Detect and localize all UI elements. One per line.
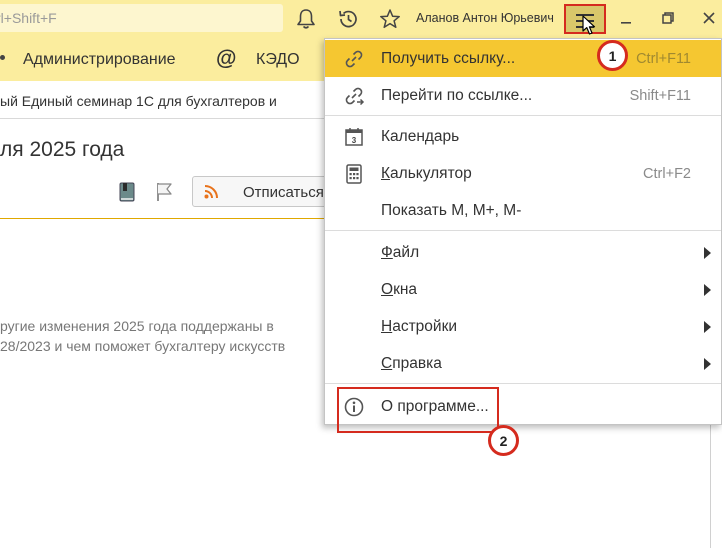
section-administration[interactable]: Администрирование <box>23 51 176 69</box>
menu-label-help: Справка <box>381 355 442 373</box>
bookmark-book-icon[interactable] <box>116 181 138 203</box>
link-go-icon <box>345 87 365 106</box>
submenu-arrow-icon <box>704 358 711 370</box>
menu-label-windows: Окна <box>381 281 417 299</box>
body-text-line: ругие изменения 2025 года поддержаны в <box>0 318 274 334</box>
menu-label-go-to-link: Перейти по ссылке... <box>381 87 533 104</box>
step-badge-2: 2 <box>488 425 519 456</box>
tab-seminar[interactable]: ый Единый семинар 1С для бухгалтеров и <box>0 93 277 109</box>
menu-label-calculator: Калькулятор <box>381 165 472 183</box>
menu-item-settings[interactable]: Настройки <box>325 308 721 345</box>
menu-label-file-rest: айл <box>392 244 420 261</box>
shortcut-get-link: Ctrl+F11 <box>636 51 691 67</box>
menu-label-calculator-rest: алькулятор <box>390 165 472 182</box>
close-icon[interactable] <box>697 6 721 30</box>
main-menu-dropdown: Получить ссылку... Ctrl+F11 Перейти по с… <box>324 38 722 425</box>
menu-item-show-memory[interactable]: Показать M, M+, M- <box>325 192 721 229</box>
unsubscribe-button[interactable]: Отписаться <box>192 176 342 207</box>
shortcut-go-to-link: Shift+F11 <box>629 88 691 104</box>
menu-label-file-hotkey: Ф <box>381 244 393 261</box>
svg-text:3: 3 <box>352 136 357 145</box>
menu-label-windows-hotkey: О <box>381 281 394 298</box>
history-icon[interactable] <box>335 6 361 32</box>
menu-label-settings: Настройки <box>381 318 457 336</box>
menu-item-get-link[interactable]: Получить ссылку... Ctrl+F11 <box>325 40 721 77</box>
shortcut-calculator: Ctrl+F2 <box>643 166 691 182</box>
rss-icon <box>204 185 218 199</box>
menu-separator <box>325 383 721 384</box>
menu-label-show-memory: Показать M, M+, M- <box>381 202 522 219</box>
submenu-arrow-icon <box>704 321 711 333</box>
highlight-box-about <box>337 387 499 433</box>
restore-icon[interactable] <box>656 6 680 30</box>
body-text-line: 28/2023 и чем поможет бухгалтеру искусст… <box>0 338 286 354</box>
menu-label-settings-hotkey: Н <box>381 318 393 335</box>
unsubscribe-label: Отписаться <box>243 184 324 201</box>
menu-label-file: Файл <box>381 244 419 262</box>
flag-icon[interactable] <box>154 181 176 203</box>
submenu-arrow-icon <box>704 247 711 259</box>
submenu-arrow-icon <box>704 284 711 296</box>
scroll-edge <box>710 425 711 548</box>
link-icon <box>345 50 363 68</box>
search-input[interactable] <box>0 4 283 32</box>
menu-item-file[interactable]: Файл <box>325 234 721 271</box>
menu-label-help-rest: правка <box>392 355 442 372</box>
calendar-icon: 3 <box>345 128 363 146</box>
menu-item-go-to-link[interactable]: Перейти по ссылке... Shift+F11 <box>325 77 721 114</box>
menu-separator <box>325 230 721 231</box>
title-bar: Аланов Антон Юрьевич <box>0 0 722 38</box>
menu-separator <box>325 115 721 116</box>
document-title: ля 2025 года <box>0 138 125 161</box>
menu-label-get-link: Получить ссылку... <box>381 50 516 67</box>
step-badge-1: 1 <box>597 40 628 71</box>
main-menu-button[interactable] <box>564 4 606 35</box>
menu-label-calculator-hotkey: К <box>381 165 391 182</box>
user-name[interactable]: Аланов Антон Юрьевич <box>416 11 554 25</box>
at-sign-icon[interactable]: @ <box>216 47 236 71</box>
bell-icon[interactable] <box>293 6 319 32</box>
menu-label-calendar: Календарь <box>381 128 460 145</box>
menu-item-help[interactable]: Справка <box>325 345 721 382</box>
menu-label-settings-rest: астройки <box>392 318 458 335</box>
search-box[interactable] <box>0 4 283 32</box>
section-kedo[interactable]: КЭДО <box>256 51 300 69</box>
menu-item-calculator[interactable]: Калькулятор Ctrl+F2 <box>325 155 721 192</box>
menu-label-windows-rest: кна <box>393 281 418 298</box>
menu-item-windows[interactable]: Окна <box>325 271 721 308</box>
menu-label-help-hotkey: С <box>381 355 393 372</box>
mouse-cursor-icon <box>582 15 596 35</box>
calculator-icon <box>346 164 362 184</box>
star-icon[interactable] <box>377 6 403 32</box>
minimize-icon[interactable] <box>614 6 638 30</box>
section-marker <box>0 55 5 60</box>
menu-item-calendar[interactable]: 3 Календарь <box>325 118 721 155</box>
